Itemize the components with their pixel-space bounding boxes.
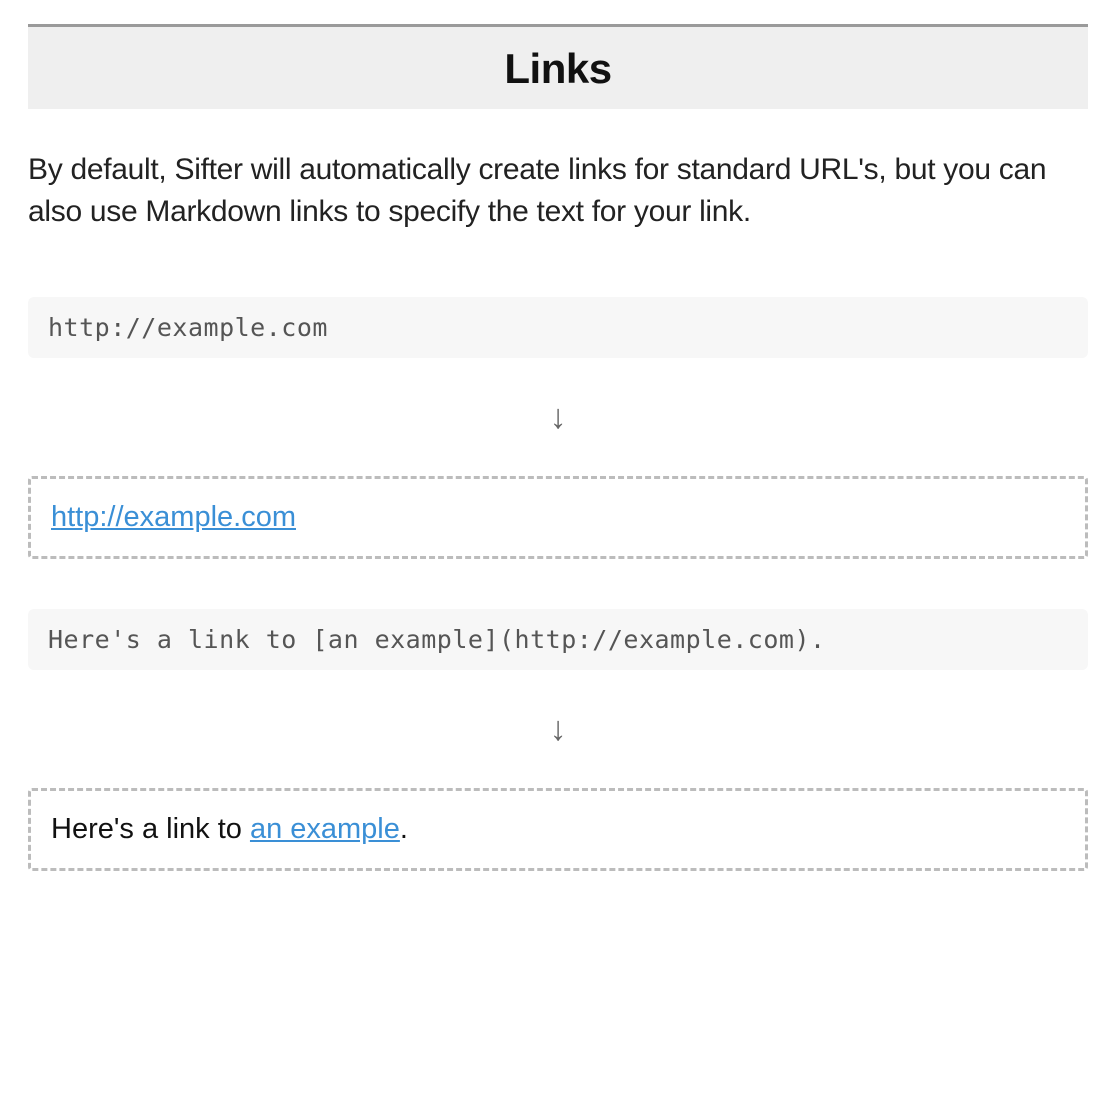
example-block: Here's a link to [an example](http://exa… bbox=[28, 609, 1088, 871]
output-link[interactable]: an example bbox=[250, 813, 400, 845]
output-text-suffix: . bbox=[400, 813, 408, 845]
arrow-down-icon: ↓ bbox=[28, 400, 1088, 434]
arrow-down-icon: ↓ bbox=[28, 712, 1088, 746]
output-text-prefix: Here's a link to bbox=[51, 813, 250, 845]
code-input: http://example.com bbox=[28, 297, 1088, 358]
section-header: Links bbox=[28, 24, 1088, 109]
section-intro: By default, Sifter will automatically cr… bbox=[28, 149, 1088, 233]
output-link[interactable]: http://example.com bbox=[51, 501, 296, 533]
code-input: Here's a link to [an example](http://exa… bbox=[28, 609, 1088, 670]
section-title: Links bbox=[28, 45, 1088, 93]
rendered-output: Here's a link to an example. bbox=[28, 788, 1088, 871]
example-block: http://example.com ↓ http://example.com bbox=[28, 297, 1088, 559]
rendered-output: http://example.com bbox=[28, 476, 1088, 559]
